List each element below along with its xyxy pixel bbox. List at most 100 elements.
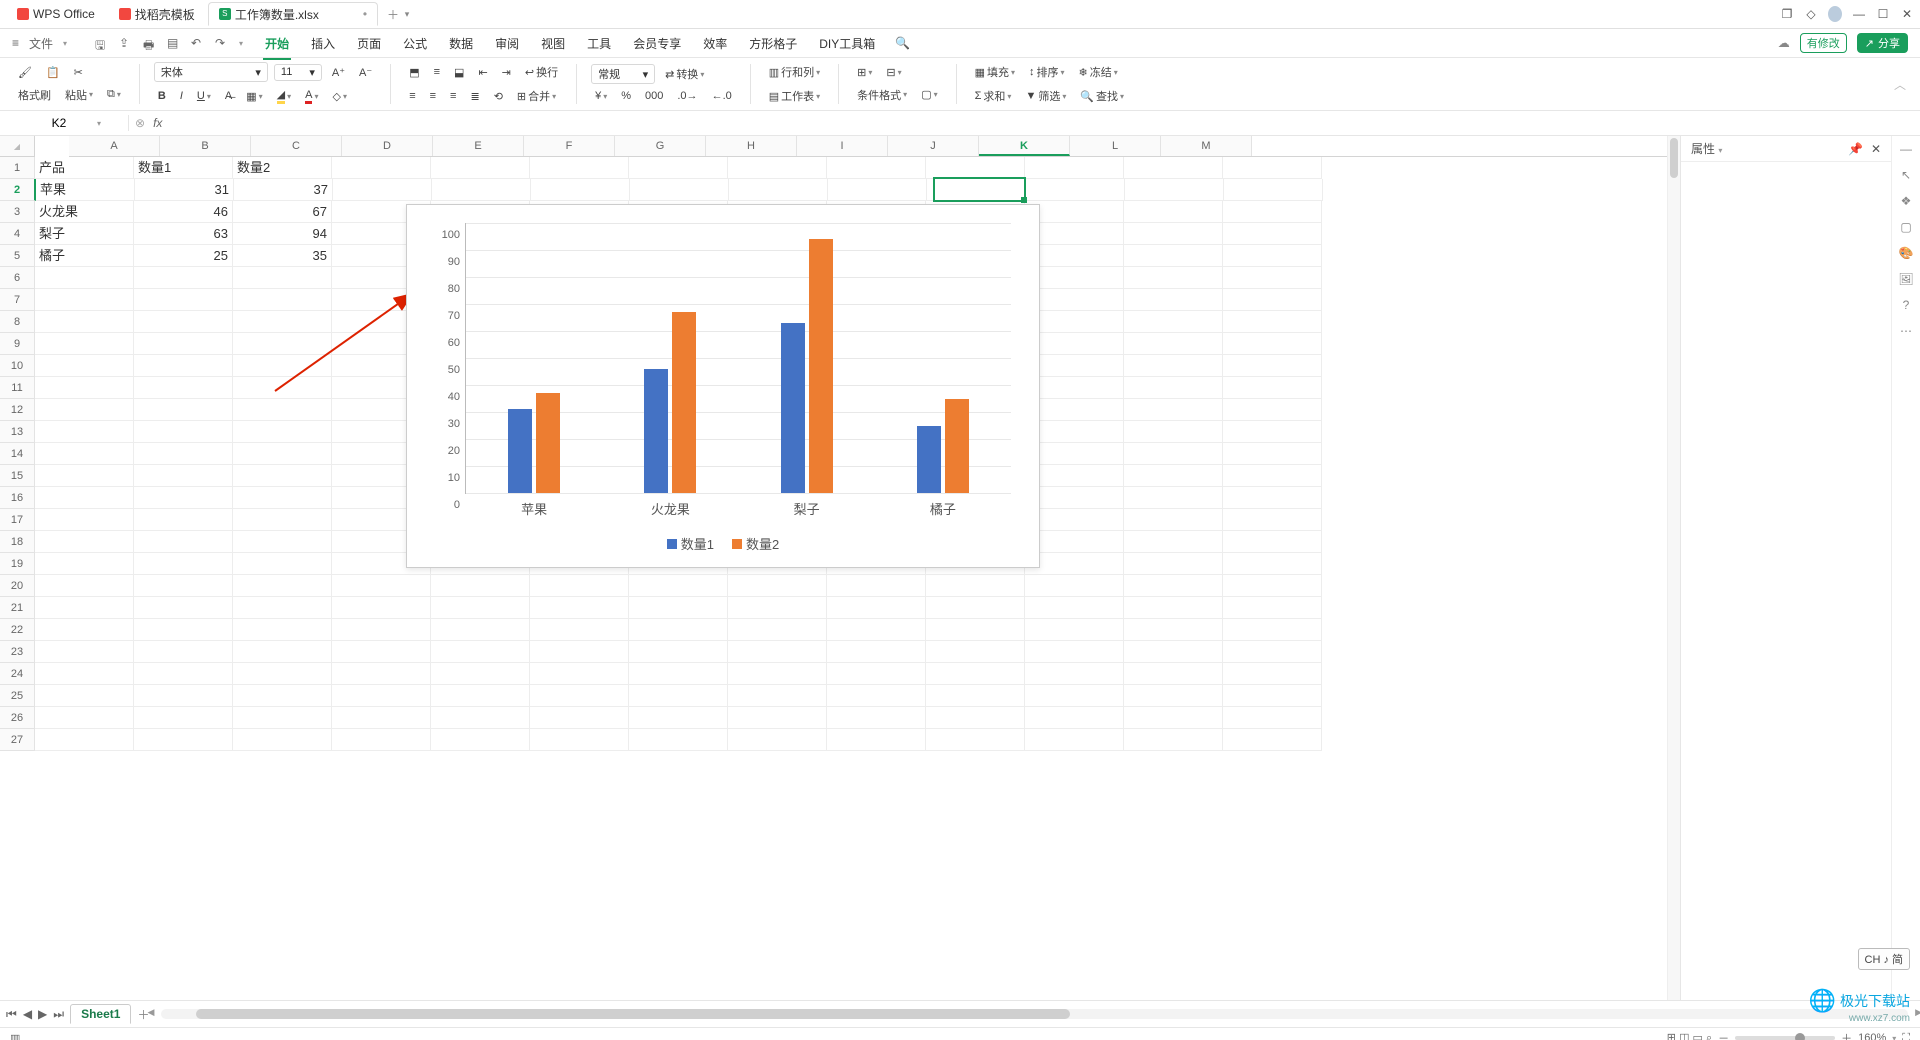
- cell[interactable]: [530, 575, 629, 597]
- cell[interactable]: [926, 619, 1025, 641]
- cell[interactable]: [827, 685, 926, 707]
- row-header[interactable]: 13: [0, 421, 35, 443]
- cell[interactable]: [827, 729, 926, 751]
- tab-list-button[interactable]: ▾: [400, 7, 414, 21]
- cell[interactable]: [35, 289, 134, 311]
- cell[interactable]: [1124, 641, 1223, 663]
- cell[interactable]: [1124, 421, 1223, 443]
- cell[interactable]: 37: [234, 179, 333, 201]
- cell[interactable]: [926, 575, 1025, 597]
- cell[interactable]: [630, 179, 729, 201]
- cell[interactable]: [728, 663, 827, 685]
- cell[interactable]: [134, 575, 233, 597]
- cell[interactable]: [1124, 267, 1223, 289]
- cond-format-button[interactable]: 条件格式▾: [853, 85, 911, 105]
- delete-cells-button[interactable]: ⊟▾: [882, 64, 905, 81]
- cell[interactable]: [729, 179, 828, 201]
- zoom-slider[interactable]: [1735, 1036, 1835, 1040]
- collapse-icon[interactable]: ―: [1900, 142, 1912, 156]
- row-header[interactable]: 22: [0, 619, 35, 641]
- cell[interactable]: [134, 267, 233, 289]
- row-header[interactable]: 27: [0, 729, 35, 751]
- ribbon-tab[interactable]: 方形格子: [747, 31, 799, 56]
- ribbon-tab[interactable]: 工具: [585, 31, 613, 56]
- ribbon-tab[interactable]: 数据: [447, 31, 475, 56]
- cell[interactable]: [1124, 223, 1223, 245]
- align-justify-button[interactable]: ≣: [466, 88, 483, 105]
- align-middle-button[interactable]: ≡: [430, 64, 444, 80]
- ribbon-tab[interactable]: 审阅: [493, 31, 521, 56]
- cell[interactable]: [1223, 465, 1322, 487]
- clear-format-button[interactable]: ◇▾: [328, 88, 350, 105]
- cell[interactable]: [1223, 619, 1322, 641]
- cell[interactable]: [530, 619, 629, 641]
- image-icon[interactable]: 🖼: [1898, 272, 1913, 286]
- column-header[interactable]: G: [615, 136, 706, 156]
- cell[interactable]: [35, 355, 134, 377]
- redo-icon[interactable]: ↷: [215, 36, 229, 50]
- column-headers[interactable]: ABCDEFGHIJKLM: [69, 136, 1680, 157]
- cell[interactable]: [1025, 619, 1124, 641]
- cell[interactable]: 63: [134, 223, 233, 245]
- grid-area[interactable]: ◢ ABCDEFGHIJKLM 1产品数量1数量22苹果31373火龙果4667…: [0, 136, 1680, 1000]
- row-header[interactable]: 21: [0, 597, 35, 619]
- cell[interactable]: [1124, 553, 1223, 575]
- cell[interactable]: [134, 685, 233, 707]
- cell[interactable]: [35, 421, 134, 443]
- cell[interactable]: [629, 597, 728, 619]
- cell[interactable]: [728, 729, 827, 751]
- cell[interactable]: [1124, 685, 1223, 707]
- cell[interactable]: [530, 663, 629, 685]
- sort-button[interactable]: ↕排序▾: [1025, 62, 1069, 82]
- cell[interactable]: [35, 531, 134, 553]
- save-icon[interactable]: 🖫: [95, 36, 109, 50]
- cell[interactable]: [35, 443, 134, 465]
- paste-button[interactable]: 📋: [42, 64, 64, 81]
- cell[interactable]: 数量2: [233, 157, 332, 179]
- ribbon-tab[interactable]: 会员专享: [631, 31, 683, 56]
- dec-dec-button[interactable]: ←.0: [708, 88, 736, 104]
- cell[interactable]: [827, 575, 926, 597]
- italic-button[interactable]: I: [176, 88, 187, 104]
- cell[interactable]: [134, 663, 233, 685]
- cell[interactable]: [1224, 179, 1323, 201]
- cell[interactable]: [35, 487, 134, 509]
- align-top-button[interactable]: ⬒: [405, 64, 423, 81]
- cell[interactable]: [233, 267, 332, 289]
- cell[interactable]: [233, 575, 332, 597]
- cell[interactable]: [1223, 531, 1322, 553]
- cell[interactable]: [332, 157, 431, 179]
- cell[interactable]: [332, 685, 431, 707]
- cell[interactable]: [1223, 289, 1322, 311]
- cell[interactable]: [134, 597, 233, 619]
- cell[interactable]: [134, 509, 233, 531]
- cell[interactable]: [926, 641, 1025, 663]
- cell[interactable]: [233, 421, 332, 443]
- cell[interactable]: [1223, 311, 1322, 333]
- cell[interactable]: [332, 663, 431, 685]
- cell[interactable]: [233, 729, 332, 751]
- ribbon-tab[interactable]: DIY工具箱: [817, 31, 877, 56]
- font-name-select[interactable]: 宋体▾: [154, 62, 268, 82]
- cell[interactable]: [1025, 707, 1124, 729]
- fx-icon[interactable]: fx: [153, 116, 162, 130]
- font-size-select[interactable]: 11▾: [274, 64, 322, 81]
- cell[interactable]: [728, 157, 827, 179]
- cell[interactable]: [629, 641, 728, 663]
- select-all-corner[interactable]: ◢: [0, 136, 35, 157]
- cell[interactable]: [1124, 729, 1223, 751]
- cell[interactable]: [1223, 685, 1322, 707]
- ribbon-collapse-icon[interactable]: ︿: [1894, 76, 1906, 93]
- cell[interactable]: [1223, 443, 1322, 465]
- maximize-icon[interactable]: ☐: [1876, 7, 1890, 21]
- cell[interactable]: [233, 597, 332, 619]
- cell[interactable]: [35, 509, 134, 531]
- cell[interactable]: [1124, 465, 1223, 487]
- zoom-out-button[interactable]: －: [1718, 1030, 1729, 1040]
- cell[interactable]: [531, 179, 630, 201]
- ribbon-tab[interactable]: 公式: [401, 31, 429, 56]
- cell[interactable]: [35, 377, 134, 399]
- scroll-right-icon[interactable]: ▶: [1915, 1007, 1920, 1018]
- cell[interactable]: [1124, 487, 1223, 509]
- decrease-font-button[interactable]: A⁻: [355, 64, 376, 81]
